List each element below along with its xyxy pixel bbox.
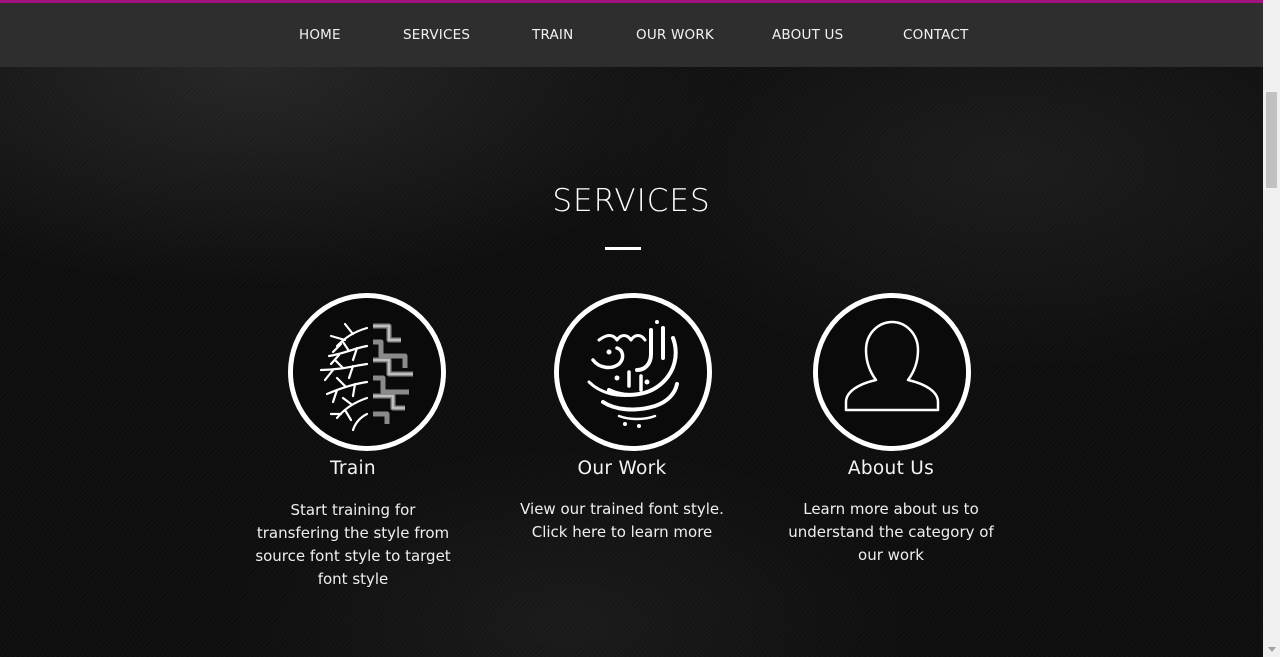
service-card-title: About Us [847,458,935,479]
nav-home[interactable]: HOME [299,27,341,43]
calligraphy-icon [554,293,712,451]
scrollbar-thumb[interactable] [1266,92,1277,188]
brain-circuit-icon [288,293,446,451]
user-silhouette-icon [813,293,971,451]
title-divider [605,247,641,250]
nav-our-work[interactable]: OUR WORK [636,27,714,43]
service-card-title: Our Work [577,458,667,479]
nav-train[interactable]: TRAIN [532,27,573,43]
scroll-down-arrow-icon[interactable] [1268,647,1276,652]
top-navigation: HOME SERVICES TRAIN OUR WORK ABOUT US CO… [0,0,1263,67]
service-card-description: View our trained font style. Click here … [520,500,724,541]
service-card-title: Train [330,458,376,479]
section-title: SERVICES [552,183,711,219]
nav-services[interactable]: SERVICES [403,27,470,43]
service-card-description: Learn more about us to understand the ca… [788,500,994,564]
nav-about-us[interactable]: ABOUT US [772,27,843,43]
nav-contact[interactable]: CONTACT [903,27,968,43]
service-card-description: Start training for transfering the style… [255,501,451,588]
